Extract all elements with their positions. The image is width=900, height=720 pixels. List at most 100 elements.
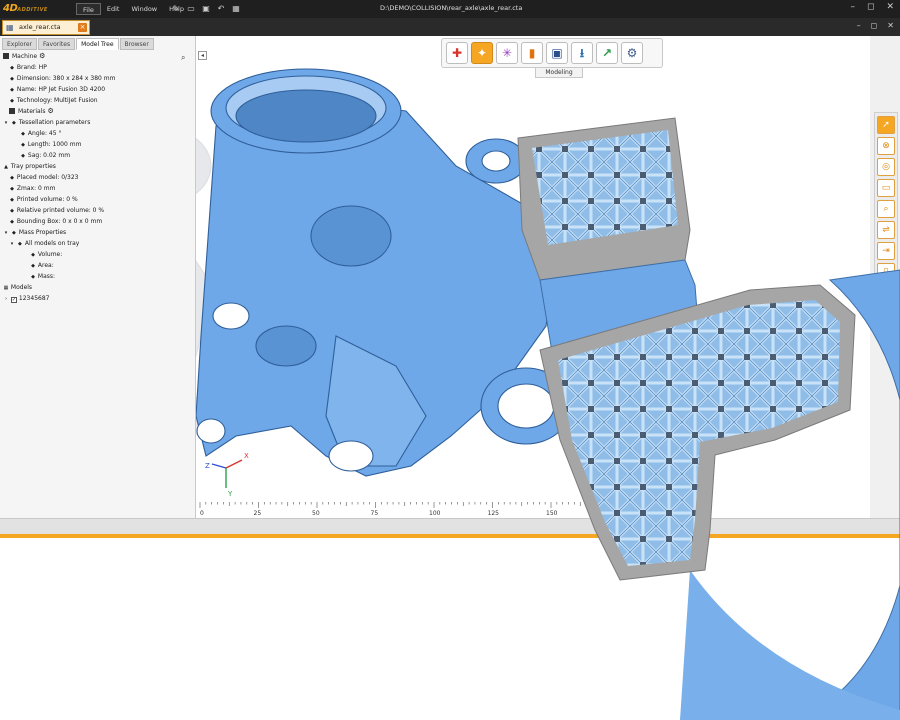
tree-item-bounding-box[interactable]: ◆ Bounding Box: 0 x 0 x 0 mm (0, 216, 194, 227)
tree-item-length[interactable]: ◆ Length: 1000 mm (0, 139, 194, 150)
tab-favorites[interactable]: Favorites (37, 38, 76, 50)
tree-item-angle[interactable]: ◆ Angle: 45 ° (0, 128, 194, 139)
tree-label: Printed volume: 0 % (16, 196, 78, 203)
model-checkbox[interactable]: ✓ (10, 297, 17, 303)
grid-icon[interactable]: ▦ (232, 4, 240, 13)
tree-label: Tray properties (10, 163, 56, 170)
tree-label: Technology: MultiJet Fusion (16, 97, 98, 104)
tree-label: Mass: (37, 273, 56, 280)
menu-window[interactable]: Window (125, 3, 163, 15)
document-window-controls: – ◻ ✕ (857, 21, 894, 30)
tab-model-tree[interactable]: Model Tree (76, 38, 119, 50)
tree-item-brand[interactable]: ◆ Brand: HP (0, 62, 194, 73)
title-bar: 4DADDITIVE File Edit Window Help ✎ ▭ ▣ ↶… (0, 0, 900, 18)
layers-icon[interactable]: ▣ (546, 42, 568, 64)
pin-icon[interactable]: ✎ (172, 4, 180, 13)
tab-explorer[interactable]: Explorer (2, 38, 37, 50)
chevron-right-icon[interactable]: › (3, 294, 9, 305)
logo-sub: ADDITIVE (17, 7, 48, 13)
open-folder-icon[interactable]: ▭ (187, 4, 195, 13)
tree-label: Placed model: 0/323 (16, 174, 79, 181)
tree-item-volume[interactable]: ◆ Volume: (0, 249, 194, 260)
tree-item-printed-volume[interactable]: ◆ Printed volume: 0 % (0, 194, 194, 205)
tree-item-model[interactable]: › ✓ 12345687 (0, 293, 194, 304)
tree-item-area[interactable]: ◆ Area: (0, 260, 194, 271)
minimize-button[interactable]: – (850, 2, 855, 12)
tree-label: Bounding Box: 0 x 0 x 0 mm (16, 218, 103, 225)
tree-item-name[interactable]: ◆ Name: HP Jet Fusion 3D 4200 (0, 84, 194, 95)
modeling-toolbar: ✚ ✦ ✳ ▮ ▣ ⭳ ↗ ⚙ (441, 38, 663, 68)
tree-item-zmax[interactable]: ◆ Zmax: 0 mm (0, 183, 194, 194)
tree-label: 12345687 (18, 295, 50, 302)
maximize-button[interactable]: ◻ (867, 2, 874, 12)
sparkle-icon[interactable]: ✳ (496, 42, 518, 64)
file-path: D:\DEMO\COLLISION\rear_axle\axle_rear.ct… (380, 4, 523, 12)
ruler-label: 100 (429, 510, 441, 517)
tree-item-tessellation[interactable]: ▾ ◆ Tessellation parameters (0, 117, 194, 128)
save-icon[interactable]: ▣ (202, 4, 210, 13)
menu-edit[interactable]: Edit (101, 3, 126, 15)
gear-icon[interactable]: ⚙ (39, 52, 45, 60)
machine-icon (3, 53, 9, 59)
menu-file[interactable]: File (76, 3, 101, 15)
gear-icon[interactable]: ⚙ (48, 107, 54, 115)
tree-label: Relative printed volume: 0 % (16, 207, 105, 214)
panel-tabs: Explorer Favorites Model Tree Browser (2, 38, 154, 50)
ruler-label: 0 (200, 510, 204, 517)
lattice-section-view (517, 117, 900, 720)
tree-label: Machine (12, 53, 38, 60)
document-tab[interactable]: ▦ axle_rear.cta × (2, 20, 90, 35)
add-icon[interactable]: ✚ (446, 42, 468, 64)
settings-icon[interactable]: ⚙ (621, 42, 643, 64)
collapse-panel-button[interactable]: ◂ (198, 51, 207, 60)
tree-item-all-models[interactable]: ▾ ◆ All models on tray (0, 238, 194, 249)
tree-label: Zmax: 0 mm (16, 185, 56, 192)
tree-label: Name: HP Jet Fusion 3D 4200 (16, 86, 106, 93)
tree-label: Brand: HP (16, 64, 47, 71)
undo-icon[interactable]: ↶ (217, 4, 225, 13)
tree-item-tray[interactable]: ▲ Tray properties (0, 161, 194, 172)
tree-label: Models (10, 284, 33, 291)
document-grid-icon: ▦ (6, 23, 14, 32)
tree-item-relative-volume[interactable]: ◆ Relative printed volume: 0 % (0, 205, 194, 216)
tree-item-sag[interactable]: ◆ Sag: 0.02 mm (0, 150, 194, 161)
window-controls: – ◻ ✕ (850, 2, 894, 12)
tree-label: Length: 1000 mm (27, 141, 82, 148)
chart-icon[interactable]: ▮ (521, 42, 543, 64)
tree-item-models[interactable]: ▦ Models (0, 282, 194, 293)
tab-browser[interactable]: Browser (119, 38, 154, 50)
ruler-label: 50 (312, 510, 320, 517)
axis-y-label: Y (227, 490, 233, 498)
tree-label: Area: (37, 262, 54, 269)
export-icon[interactable]: ↗ (596, 42, 618, 64)
toolbar-label: Modeling (535, 68, 583, 78)
tree-item-materials[interactable]: Materials ⚙ (0, 106, 194, 117)
tree-item-technology[interactable]: ◆ Technology: MultiJet Fusion (0, 95, 194, 106)
doc-minimize-button[interactable]: – (857, 21, 861, 30)
axis-x-label: X (244, 452, 249, 460)
tree-item-machine[interactable]: Machine ⚙ (0, 51, 194, 62)
close-button[interactable]: ✕ (886, 2, 894, 12)
doc-restore-button[interactable]: ◻ (871, 21, 878, 30)
tree-item-mass[interactable]: ▾ ◆ Mass Properties (0, 227, 194, 238)
tree-label: Materials (18, 108, 46, 115)
tree-item-placed[interactable]: ◆ Placed model: 0/323 (0, 172, 194, 183)
tree-label: All models on tray (24, 240, 80, 247)
document-tab-label: axle_rear.cta (19, 23, 61, 31)
materials-icon (9, 108, 15, 114)
doc-close-button[interactable]: ✕ (887, 21, 894, 30)
tree-item-mass-value[interactable]: ◆ Mass: (0, 271, 194, 282)
download-icon[interactable]: ⭳ (571, 42, 593, 64)
tree-label: Dimension: 380 x 284 x 380 mm (16, 75, 116, 82)
app-logo: 4DADDITIVE (3, 3, 63, 15)
ruler-label: 125 (488, 510, 500, 517)
wrench-icon[interactable]: ✦ (471, 42, 493, 64)
close-tab-button[interactable]: × (78, 23, 87, 32)
axis-z-label: Z (205, 462, 210, 470)
left-panel: Explorer Favorites Model Tree Browser ⌕ … (0, 36, 196, 518)
axis-triad: X Y Z (205, 452, 249, 498)
document-tab-row: ▦ axle_rear.cta × – ◻ ✕ (0, 18, 900, 36)
logo-main: 4D (3, 3, 18, 14)
tree-label: Volume: (37, 251, 63, 258)
tree-item-dimension[interactable]: ◆ Dimension: 380 x 284 x 380 mm (0, 73, 194, 84)
